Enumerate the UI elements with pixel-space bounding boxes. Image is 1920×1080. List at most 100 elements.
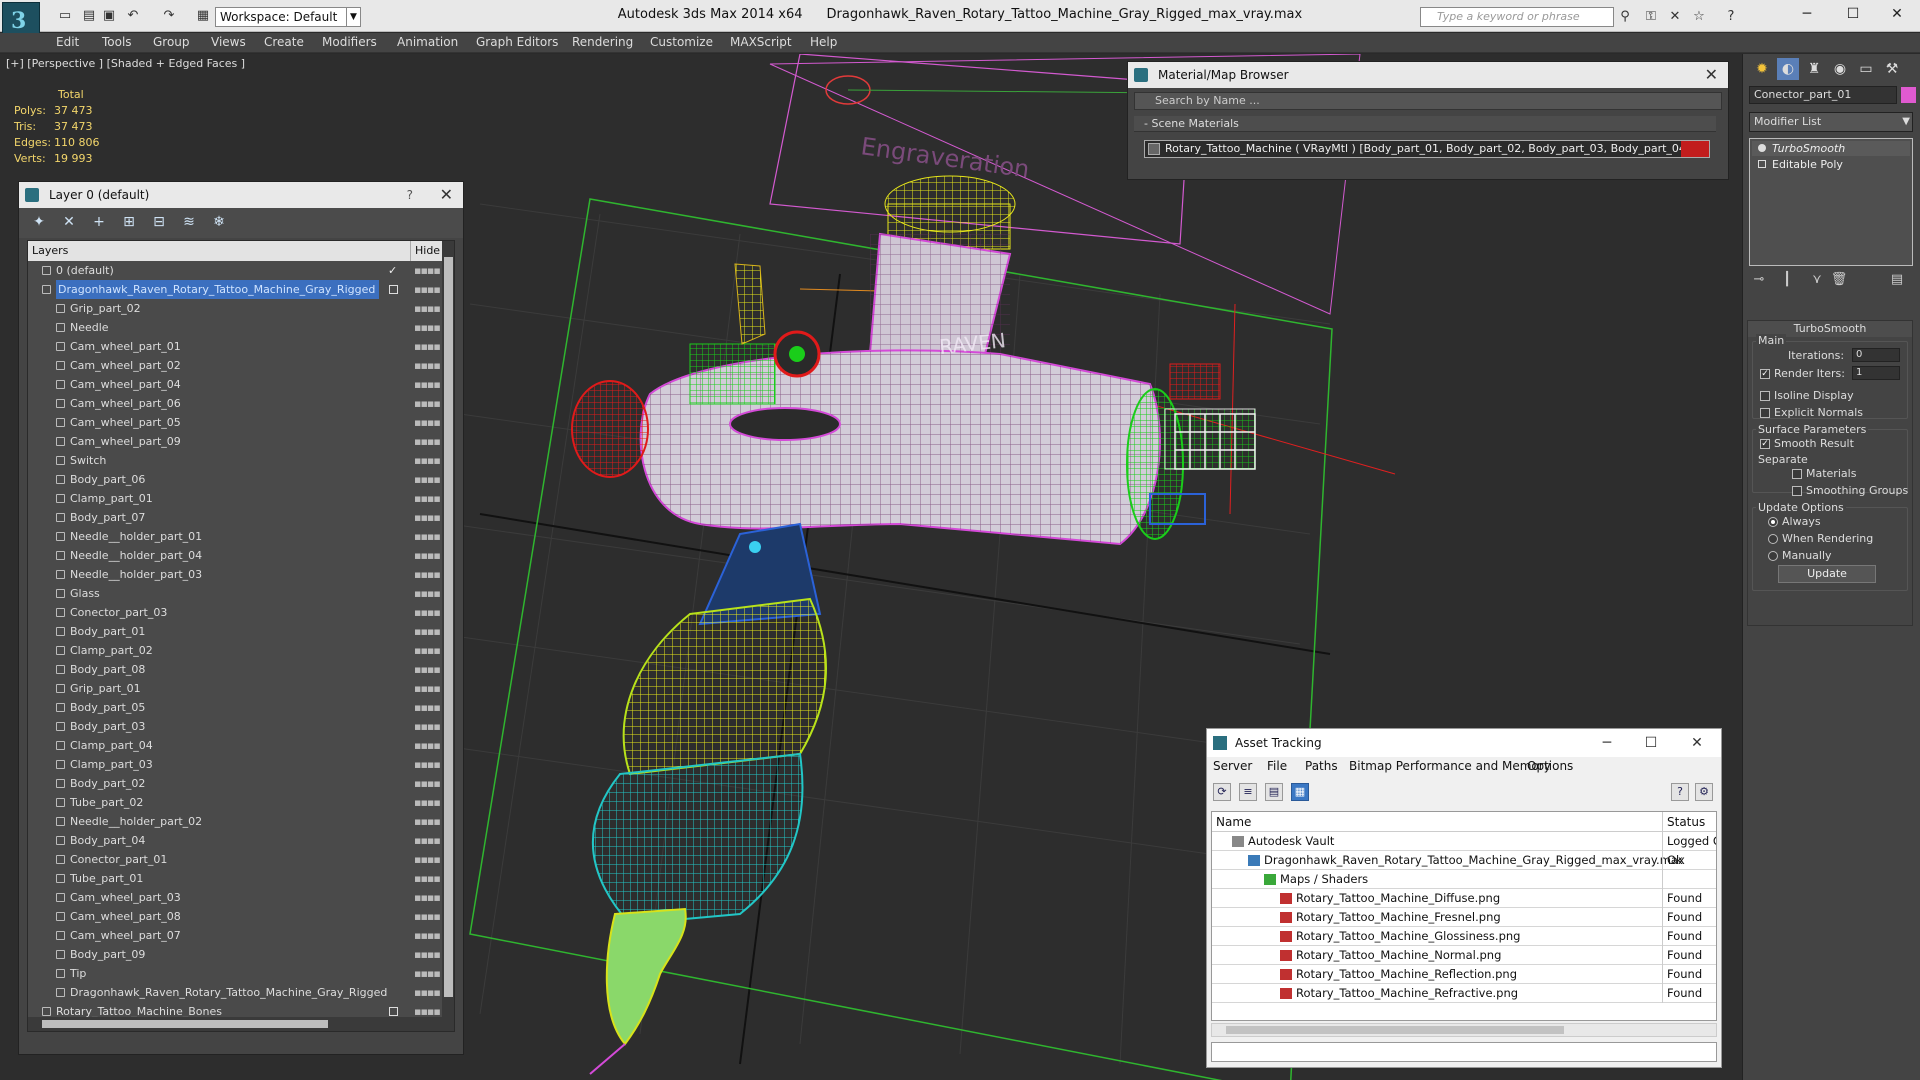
- menu-server[interactable]: Server: [1213, 759, 1252, 773]
- object-name-field[interactable]: Conector_part_01: [1749, 86, 1897, 104]
- asset-row[interactable]: Autodesk Vault Logged O: [1212, 832, 1716, 851]
- maximize-button[interactable]: ☐: [1631, 729, 1671, 757]
- hide-toggle-icon[interactable]: ▪▪▪▪: [414, 394, 441, 413]
- modifier-list-dropdown[interactable]: Modifier List ▼: [1749, 112, 1913, 132]
- menu-customize[interactable]: Customize: [650, 35, 713, 49]
- select-objects-icon[interactable]: ⊞: [119, 214, 139, 232]
- layer-row[interactable]: Switch ▪▪▪▪: [28, 451, 442, 470]
- layer-row[interactable]: Tube_part_02 ▪▪▪▪: [28, 793, 442, 812]
- explicit-normals-checkbox[interactable]: [1760, 408, 1770, 418]
- undo-icon[interactable]: ↶: [124, 7, 142, 25]
- close-window-button[interactable]: ✕: [1874, 0, 1920, 30]
- freeze-all-icon[interactable]: ❄: [209, 214, 229, 232]
- asset-row[interactable]: Rotary_Tattoo_Machine_Refractive.png Foun…: [1212, 984, 1716, 1003]
- hide-toggle-icon[interactable]: ▪▪▪▪: [414, 888, 441, 907]
- menu-paths[interactable]: Paths: [1305, 759, 1338, 773]
- hide-toggle-icon[interactable]: ▪▪▪▪: [414, 527, 441, 546]
- layer-row[interactable]: Cam_wheel_part_04 ▪▪▪▪: [28, 375, 442, 394]
- close-icon[interactable]: ✕: [1705, 62, 1718, 88]
- asset-row[interactable]: Rotary_Tattoo_Machine_Fresnel.png Found: [1212, 908, 1716, 927]
- detail-view-icon[interactable]: ▤: [1265, 783, 1283, 801]
- hide-toggle-icon[interactable]: ▪▪▪▪: [414, 261, 441, 280]
- asset-row[interactable]: Rotary_Tattoo_Machine_Reflection.png Foun…: [1212, 965, 1716, 984]
- add-to-layer-icon[interactable]: +: [89, 214, 109, 232]
- hide-toggle-icon[interactable]: ▪▪▪▪: [414, 451, 441, 470]
- minimize-window-button[interactable]: ─: [1784, 0, 1830, 30]
- scrollbar-thumb[interactable]: [1226, 1026, 1564, 1034]
- material-search-input[interactable]: Search by Name ...: [1134, 92, 1722, 110]
- close-icon[interactable]: ✕: [440, 182, 453, 208]
- hide-toggle-icon[interactable]: ▪▪▪▪: [414, 603, 441, 622]
- binoculars-icon[interactable]: ⚲: [1616, 8, 1634, 26]
- menu-file[interactable]: File: [1267, 759, 1287, 773]
- help-icon[interactable]: ?: [1722, 8, 1740, 26]
- smooth-result-checkbox[interactable]: ✓: [1760, 439, 1770, 449]
- current-layer-check-icon[interactable]: ✓: [388, 261, 397, 280]
- hide-toggle-icon[interactable]: ▪▪▪▪: [414, 470, 441, 489]
- hide-toggle-icon[interactable]: ▪▪▪▪: [414, 584, 441, 603]
- hide-toggle-icon[interactable]: ▪▪▪▪: [414, 926, 441, 945]
- material-browser-header[interactable]: Material/Map Browser ✕: [1128, 62, 1728, 88]
- menu-bitmap-performance[interactable]: Bitmap Performance and Memory: [1349, 759, 1551, 773]
- asset-row[interactable]: Rotary_Tattoo_Machine_Glossiness.png Foun…: [1212, 927, 1716, 946]
- isoline-display-checkbox[interactable]: [1760, 391, 1770, 401]
- hide-toggle-icon[interactable]: ▪▪▪▪: [414, 736, 441, 755]
- layer-row[interactable]: Glass ▪▪▪▪: [28, 584, 442, 603]
- layer-row[interactable]: Grip_part_02 ▪▪▪▪: [28, 299, 442, 318]
- scene-materials-section[interactable]: - Scene Materials: [1134, 116, 1716, 132]
- help-icon[interactable]: ?: [1671, 783, 1689, 801]
- stack-item-editable-poly[interactable]: Editable Poly: [1752, 157, 1910, 172]
- layer-row[interactable]: Cam_wheel_part_07 ▪▪▪▪: [28, 926, 442, 945]
- layer-row[interactable]: Cam_wheel_part_08 ▪▪▪▪: [28, 907, 442, 926]
- hide-toggle-icon[interactable]: ▪▪▪▪: [414, 546, 441, 565]
- materials-checkbox[interactable]: [1792, 469, 1802, 479]
- hide-toggle-icon[interactable]: ▪▪▪▪: [414, 812, 441, 831]
- make-unique-icon[interactable]: ⋎: [1807, 272, 1827, 287]
- stack-item-turbosmooth[interactable]: TurboSmooth: [1752, 141, 1910, 156]
- always-radio[interactable]: [1768, 517, 1778, 527]
- hide-toggle-icon[interactable]: ▪▪▪▪: [414, 831, 441, 850]
- open-file-icon[interactable]: ▤: [80, 7, 98, 25]
- layer-row[interactable]: Cam_wheel_part_05 ▪▪▪▪: [28, 413, 442, 432]
- hide-toggle-icon[interactable]: ▪▪▪▪: [414, 850, 441, 869]
- create-layer-icon[interactable]: ✦: [29, 214, 49, 232]
- material-item[interactable]: Rotary_Tattoo_Machine ( VRayMtl ) [Body_…: [1144, 140, 1710, 158]
- menu-tools[interactable]: Tools: [102, 35, 132, 49]
- menu-modifiers[interactable]: Modifiers: [322, 35, 377, 49]
- hide-toggle-icon[interactable]: ▪▪▪▪: [414, 641, 441, 660]
- render-iters-checkbox[interactable]: ✓: [1760, 369, 1770, 379]
- close-button[interactable]: ✕: [1677, 729, 1717, 757]
- layer-row[interactable]: Clamp_part_01 ▪▪▪▪: [28, 489, 442, 508]
- hide-toggle-icon[interactable]: ▪▪▪▪: [414, 945, 441, 964]
- object-color-swatch[interactable]: [1901, 87, 1916, 103]
- update-button[interactable]: Update: [1778, 565, 1876, 583]
- asset-tracking-header[interactable]: Asset Tracking ─ ☐ ✕: [1207, 729, 1721, 757]
- column-hide[interactable]: Hide: [410, 241, 442, 261]
- layer-row[interactable]: Body_part_04 ▪▪▪▪: [28, 831, 442, 850]
- hide-toggle-icon[interactable]: ▪▪▪▪: [414, 774, 441, 793]
- viewport-label[interactable]: [+] [Perspective ] [Shaded + Edged Faces…: [6, 57, 245, 70]
- menu-rendering[interactable]: Rendering: [572, 35, 633, 49]
- scrollbar-thumb[interactable]: [42, 1020, 328, 1028]
- layer-row[interactable]: Needle__holder_part_03 ▪▪▪▪: [28, 565, 442, 584]
- layer-row[interactable]: Conector_part_01 ▪▪▪▪: [28, 850, 442, 869]
- layer-row[interactable]: Clamp_part_03 ▪▪▪▪: [28, 755, 442, 774]
- new-file-icon[interactable]: ▭: [56, 7, 74, 25]
- menu-maxscript[interactable]: MAXScript: [730, 35, 792, 49]
- layer-row[interactable]: Dragonhawk_Raven_Rotary_Tattoo_Machine_G…: [28, 983, 442, 1002]
- menu-views[interactable]: Views: [211, 35, 246, 49]
- current-layer-checkbox[interactable]: [389, 1007, 398, 1016]
- layer-row[interactable]: Needle__holder_part_02 ▪▪▪▪: [28, 812, 442, 831]
- asset-row[interactable]: Rotary_Tattoo_Machine_Normal.png Found: [1212, 946, 1716, 965]
- layer-row[interactable]: Cam_wheel_part_01 ▪▪▪▪: [28, 337, 442, 356]
- layer-row[interactable]: Clamp_part_02 ▪▪▪▪: [28, 641, 442, 660]
- hide-toggle-icon[interactable]: ▪▪▪▪: [414, 964, 441, 983]
- save-file-icon[interactable]: ▣: [100, 7, 118, 25]
- hide-toggle-icon[interactable]: ▪▪▪▪: [414, 907, 441, 926]
- layer-row[interactable]: Clamp_part_04 ▪▪▪▪: [28, 736, 442, 755]
- asset-row[interactable]: Dragonhawk_Raven_Rotary_Tattoo_Machine_G…: [1212, 851, 1716, 870]
- favorites-star-icon[interactable]: ☆: [1690, 8, 1708, 26]
- hide-toggle-icon[interactable]: ▪▪▪▪: [414, 679, 441, 698]
- show-end-result-icon[interactable]: ┃: [1777, 272, 1797, 287]
- menu-graph-editors[interactable]: Graph Editors: [476, 35, 558, 49]
